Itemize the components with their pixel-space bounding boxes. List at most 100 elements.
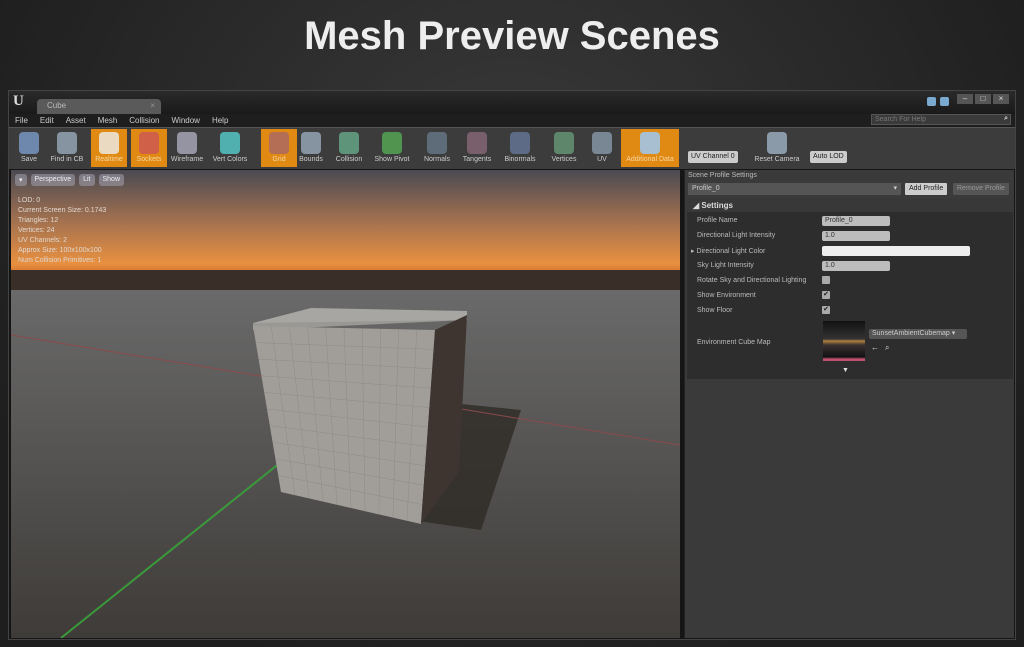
editor-window: U Cube × – □ × File Edit Asset Mesh Collision Wi…	[8, 90, 1016, 640]
menu-collision[interactable]: Collision	[129, 114, 159, 127]
pivot-icon	[382, 132, 402, 154]
profile-value: Profile_0	[692, 185, 720, 192]
dir-light-intensity-input[interactable]: 1.0	[822, 231, 890, 241]
search-placeholder: Search For Help	[875, 116, 926, 123]
uv-channel-dropdown[interactable]: UV Channel 0	[688, 151, 738, 163]
find-in-cb-button[interactable]: Find in CB	[46, 129, 88, 167]
viewport-options-button[interactable]: ▾	[15, 174, 27, 186]
remove-profile-button[interactable]: Remove Profile	[953, 183, 1009, 195]
menu-edit[interactable]: Edit	[40, 114, 54, 127]
cube-map-dropdown[interactable]: SunsetAmbientCubemap ▾	[869, 329, 967, 339]
settings-header[interactable]: ◢ Settings	[687, 199, 1013, 212]
cube-map-thumbnail[interactable]	[823, 321, 865, 361]
browse-icon[interactable]: ⌕	[885, 343, 889, 353]
vertices-button[interactable]: Vertices	[546, 129, 582, 167]
scene-render	[11, 170, 680, 638]
expand-arrow-icon[interactable]: ▼	[842, 367, 849, 374]
tangents-button[interactable]: Tangents	[459, 129, 495, 167]
uv-icon	[592, 132, 612, 154]
cube-map-value: SunsetAmbientCubemap	[872, 330, 950, 337]
stat-line: Approx Size: 100x100x100	[18, 247, 102, 254]
show-floor-checkbox[interactable]: ✔	[822, 306, 830, 314]
dir-light-color-label: Directional Light Color	[696, 248, 766, 255]
grid-button[interactable]: Grid	[261, 129, 297, 167]
additional-data-button[interactable]: Additional Data	[621, 129, 679, 167]
stats-overlay: LOD: 0 Current Screen Size: 0.1743 Triangl…	[18, 196, 106, 266]
toolbar-label: Show Pivot	[374, 156, 410, 163]
viewport-perspective-button[interactable]: Perspective	[30, 174, 76, 186]
chevron-down-icon: ▾	[893, 185, 897, 192]
tab-label: Cube	[47, 101, 67, 110]
profile-name-label: Profile Name	[697, 217, 738, 224]
dir-light-intensity-label: Directional Light Intensity	[697, 232, 776, 239]
show-environment-checkbox[interactable]: ✔	[822, 291, 830, 299]
save-button[interactable]: Save	[11, 129, 47, 167]
uv-button[interactable]: UV	[584, 129, 620, 167]
normals-icon	[427, 132, 447, 154]
profile-name-input[interactable]: Profile_0	[822, 216, 890, 226]
bounds-button[interactable]: Bounds	[293, 129, 329, 167]
toolbar-label: Bounds	[299, 156, 323, 163]
toolbar-label: Find in CB	[50, 156, 84, 163]
wireframe-button[interactable]: Wireframe	[169, 129, 205, 167]
minimize-button[interactable]: –	[957, 94, 973, 104]
binormals-icon	[510, 132, 530, 154]
viewport-lit-button[interactable]: Lit	[79, 174, 95, 186]
stat-line: LOD: 0	[18, 197, 41, 204]
toolbar: UV Channel 0 Reset Camera Auto LOD Save F…	[9, 127, 1015, 169]
use-selected-icon[interactable]: ←	[871, 343, 879, 352]
toolbar-label: Vertices	[551, 156, 577, 163]
unreal-logo: U	[13, 93, 24, 109]
maximize-button[interactable]: □	[975, 94, 991, 104]
viewport[interactable]: ▾ Perspective Lit Show LOD: 0 Current Screen…	[11, 170, 680, 638]
sky-light-intensity-label: Sky Light Intensity	[697, 262, 754, 269]
toolbar-label: Realtime	[95, 156, 123, 163]
stopwatch-icon	[99, 132, 119, 154]
collision-icon	[339, 132, 359, 154]
settings-label: Settings	[701, 201, 733, 210]
scene-profile-panel: Scene Profile Settings Profile_0 ▾ Add Pr…	[684, 170, 1014, 638]
menu-mesh[interactable]: Mesh	[98, 114, 118, 127]
toolbar-label: Sockets	[136, 156, 162, 163]
stat-line: Triangles: 12	[18, 217, 59, 224]
search-help-input[interactable]: Search For Help ⌕	[871, 114, 1011, 125]
brush-icon	[220, 132, 240, 154]
add-profile-button[interactable]: Add Profile	[905, 183, 948, 195]
rotate-sky-label: Rotate Sky and Directional Lighting	[697, 277, 807, 284]
menu-asset[interactable]: Asset	[66, 114, 86, 127]
vert-colors-button[interactable]: Vert Colors	[212, 129, 248, 167]
normals-button[interactable]: Normals	[419, 129, 455, 167]
uv-channel-group: UV Channel 0	[686, 129, 746, 167]
sockets-button[interactable]: Sockets	[131, 129, 167, 167]
binormals-button[interactable]: Binormals	[502, 129, 538, 167]
bounds-icon	[301, 132, 321, 154]
stat-line: Current Screen Size: 0.1743	[18, 207, 107, 214]
menu-window[interactable]: Window	[172, 114, 200, 127]
dir-light-color-swatch[interactable]	[822, 246, 970, 256]
grid-icon	[269, 132, 289, 154]
search-icon[interactable]: ⌕	[1004, 114, 1008, 124]
close-button[interactable]: ×	[993, 94, 1009, 104]
menu-bar: File Edit Asset Mesh Collision Window Help	[9, 114, 1015, 127]
toolbar-label: Binormals	[504, 156, 536, 163]
menu-help[interactable]: Help	[212, 114, 228, 127]
realtime-button[interactable]: Realtime	[91, 129, 127, 167]
save-icon	[19, 132, 39, 154]
asset-tab[interactable]: Cube ×	[37, 99, 161, 114]
toolbar-label: Additional Data	[626, 156, 674, 163]
menu-file[interactable]: File	[15, 114, 28, 127]
show-pivot-button[interactable]: Show Pivot	[374, 129, 410, 167]
close-tab-icon[interactable]: ×	[150, 101, 155, 110]
socket-icon	[139, 132, 159, 154]
reset-camera-button[interactable]: Reset Camera	[749, 129, 805, 167]
collision-button[interactable]: Collision	[331, 129, 367, 167]
stat-line: UV Channels: 2	[18, 237, 68, 244]
rotate-sky-checkbox[interactable]	[822, 276, 830, 284]
profile-dropdown[interactable]: Profile_0 ▾	[688, 183, 901, 195]
toolbar-label: Save	[21, 156, 37, 163]
viewport-show-button[interactable]: Show	[98, 174, 125, 186]
notification-icon[interactable]	[940, 97, 949, 106]
lod-dropdown[interactable]: Auto LOD	[810, 151, 847, 163]
sky-light-intensity-input[interactable]: 1.0	[822, 261, 890, 271]
feedback-icon[interactable]	[927, 97, 936, 106]
